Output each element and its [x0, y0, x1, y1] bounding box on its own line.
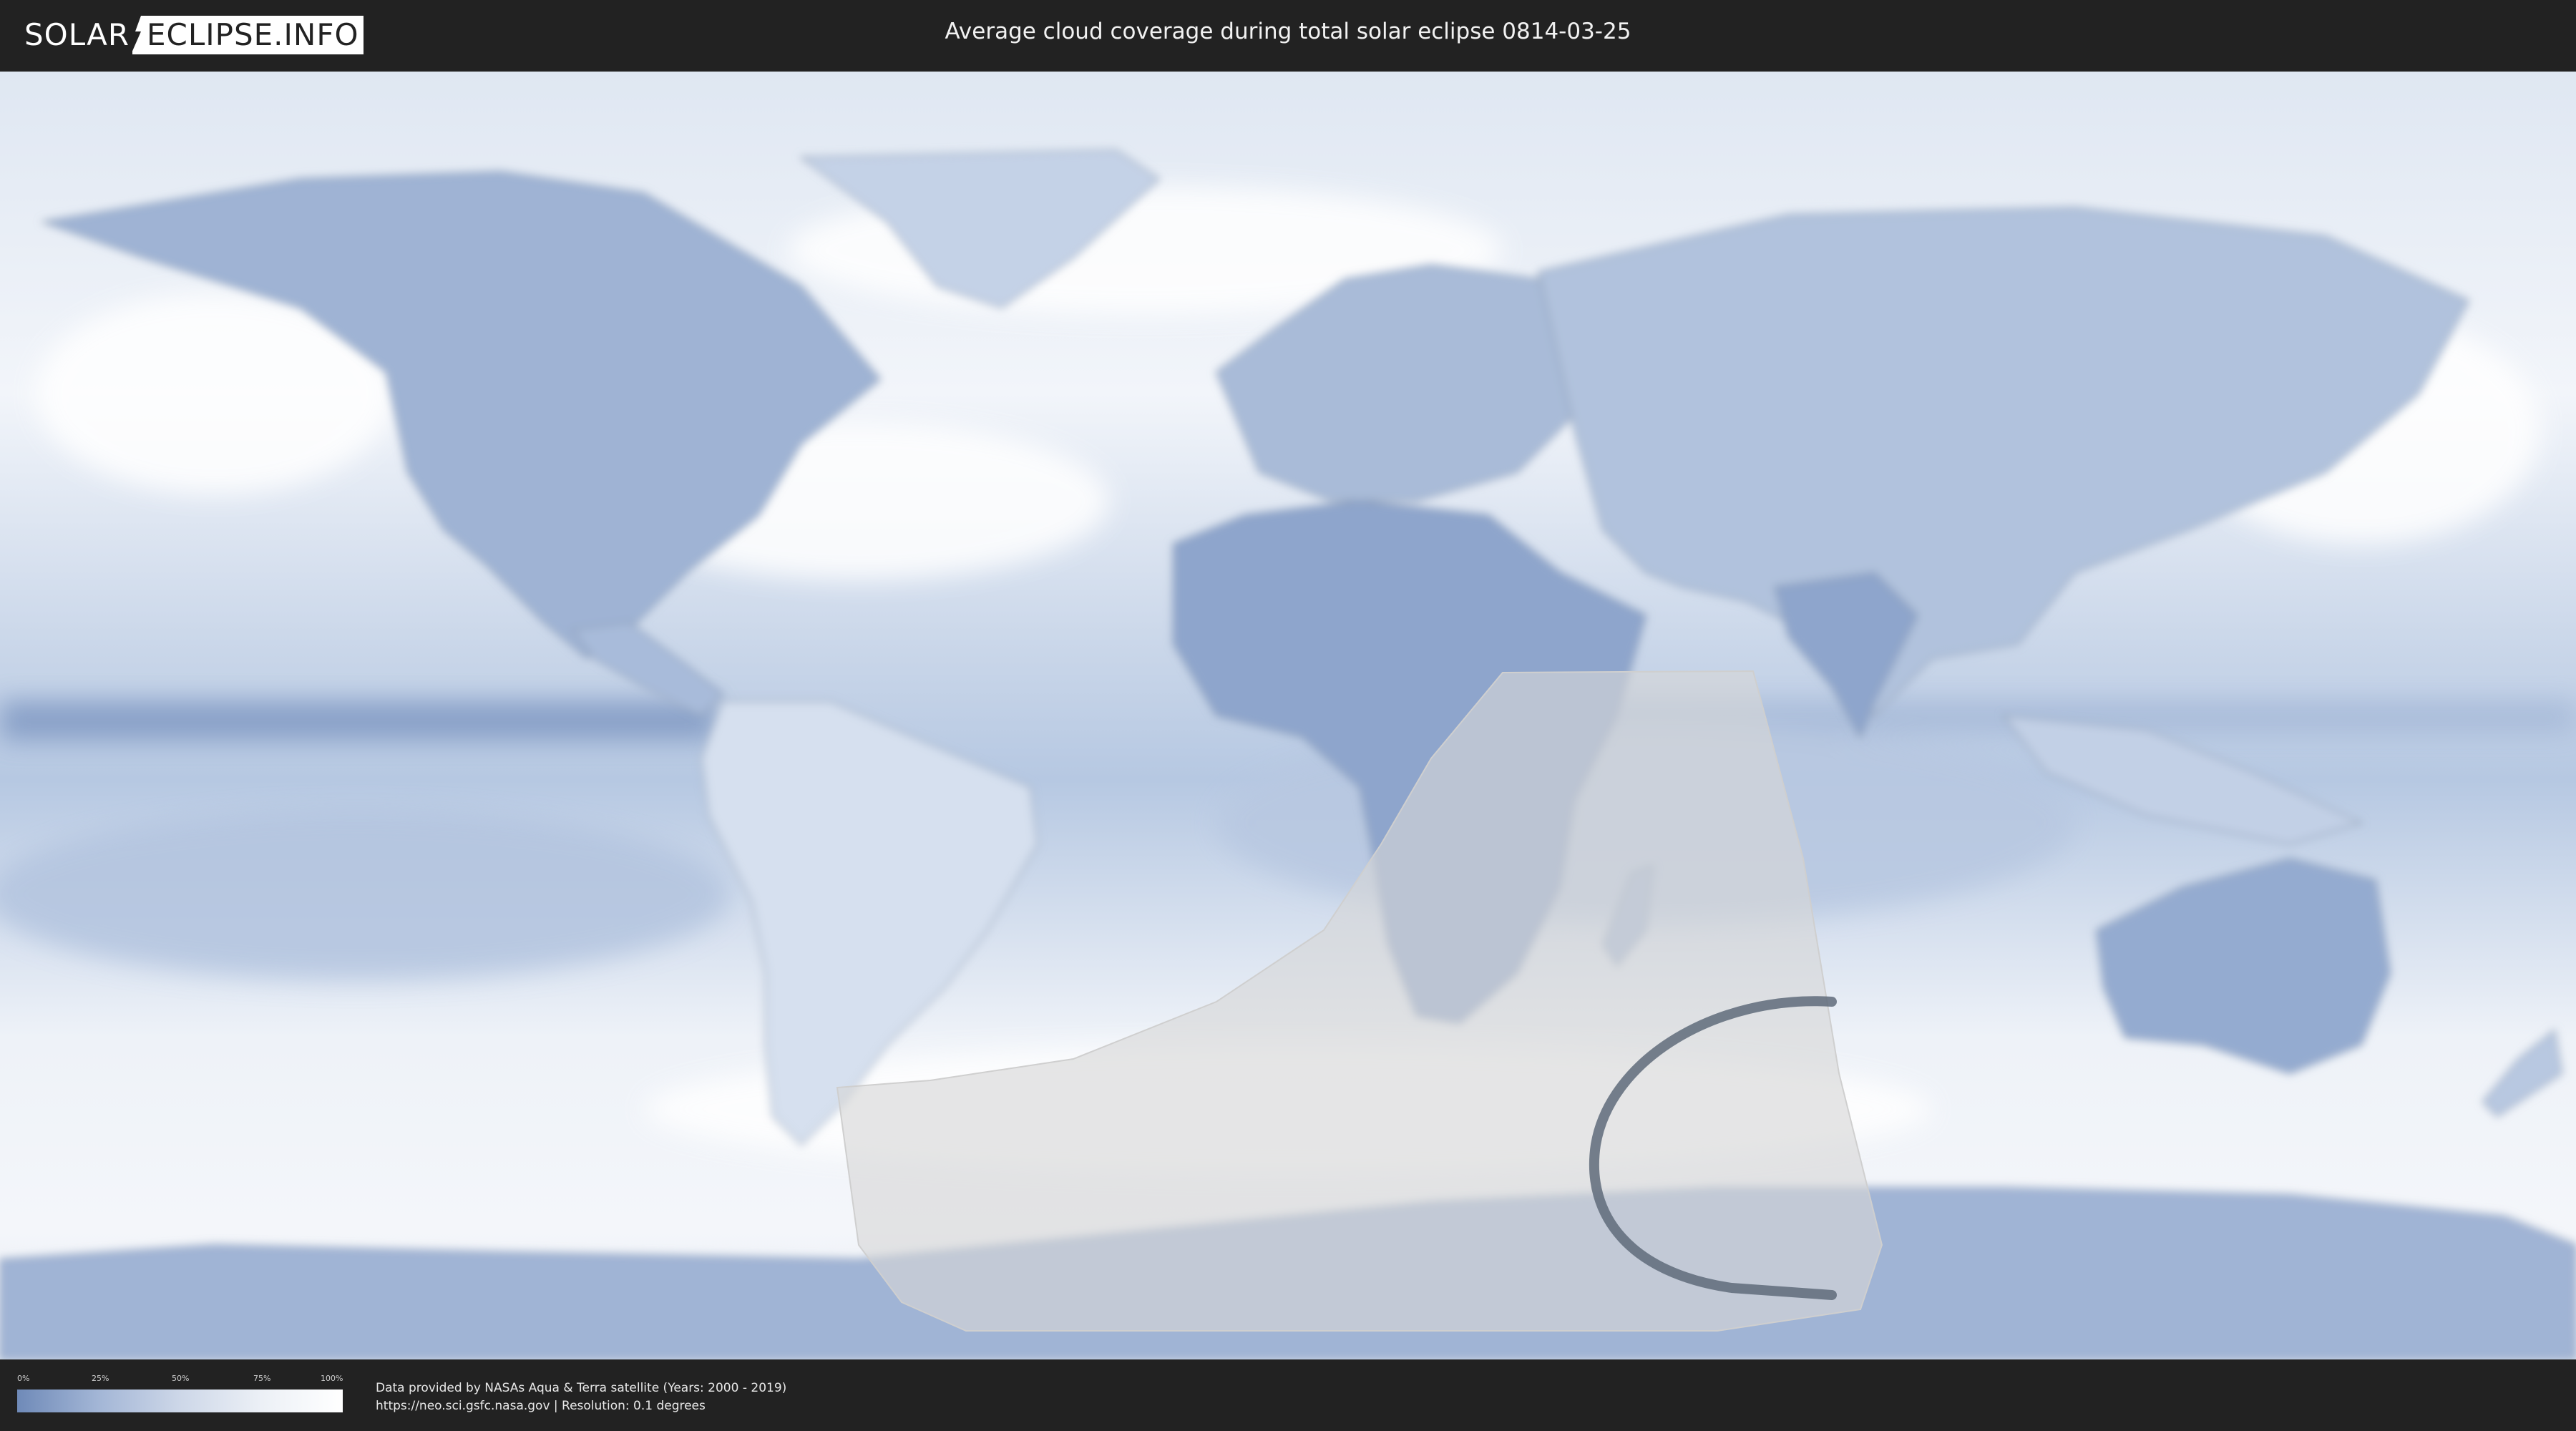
legend-tick-50: 50%	[172, 1374, 190, 1383]
page-title: Average cloud coverage during total sola…	[945, 19, 1631, 44]
credits-line-url[interactable]: https://neo.sci.gsfc.nasa.gov | Resoluti…	[376, 1397, 786, 1415]
legend-gradient-bar	[17, 1390, 343, 1412]
footer-bar: 0% 25% 50% 75% 100% Data provided by NAS…	[0, 1359, 2576, 1431]
cloud-coverage-map[interactable]	[0, 72, 2576, 1359]
legend-tick-25: 25%	[92, 1374, 109, 1383]
legend-tick-100: 100%	[321, 1374, 343, 1383]
cloud-coverage-legend: 0% 25% 50% 75% 100%	[17, 1374, 343, 1417]
world-map-svg	[0, 72, 2576, 1359]
page: SOLAR ECLIPSE.INFO Average cloud coverag…	[0, 0, 2576, 1431]
credits-line-source: Data provided by NASAs Aqua & Terra sate…	[376, 1381, 787, 1395]
header-bar: SOLAR ECLIPSE.INFO Average cloud coverag…	[0, 0, 2576, 72]
data-credits: Data provided by NASAs Aqua & Terra sate…	[376, 1379, 786, 1415]
legend-tick-75: 75%	[253, 1374, 271, 1383]
legend-tick-0: 0%	[17, 1374, 30, 1383]
